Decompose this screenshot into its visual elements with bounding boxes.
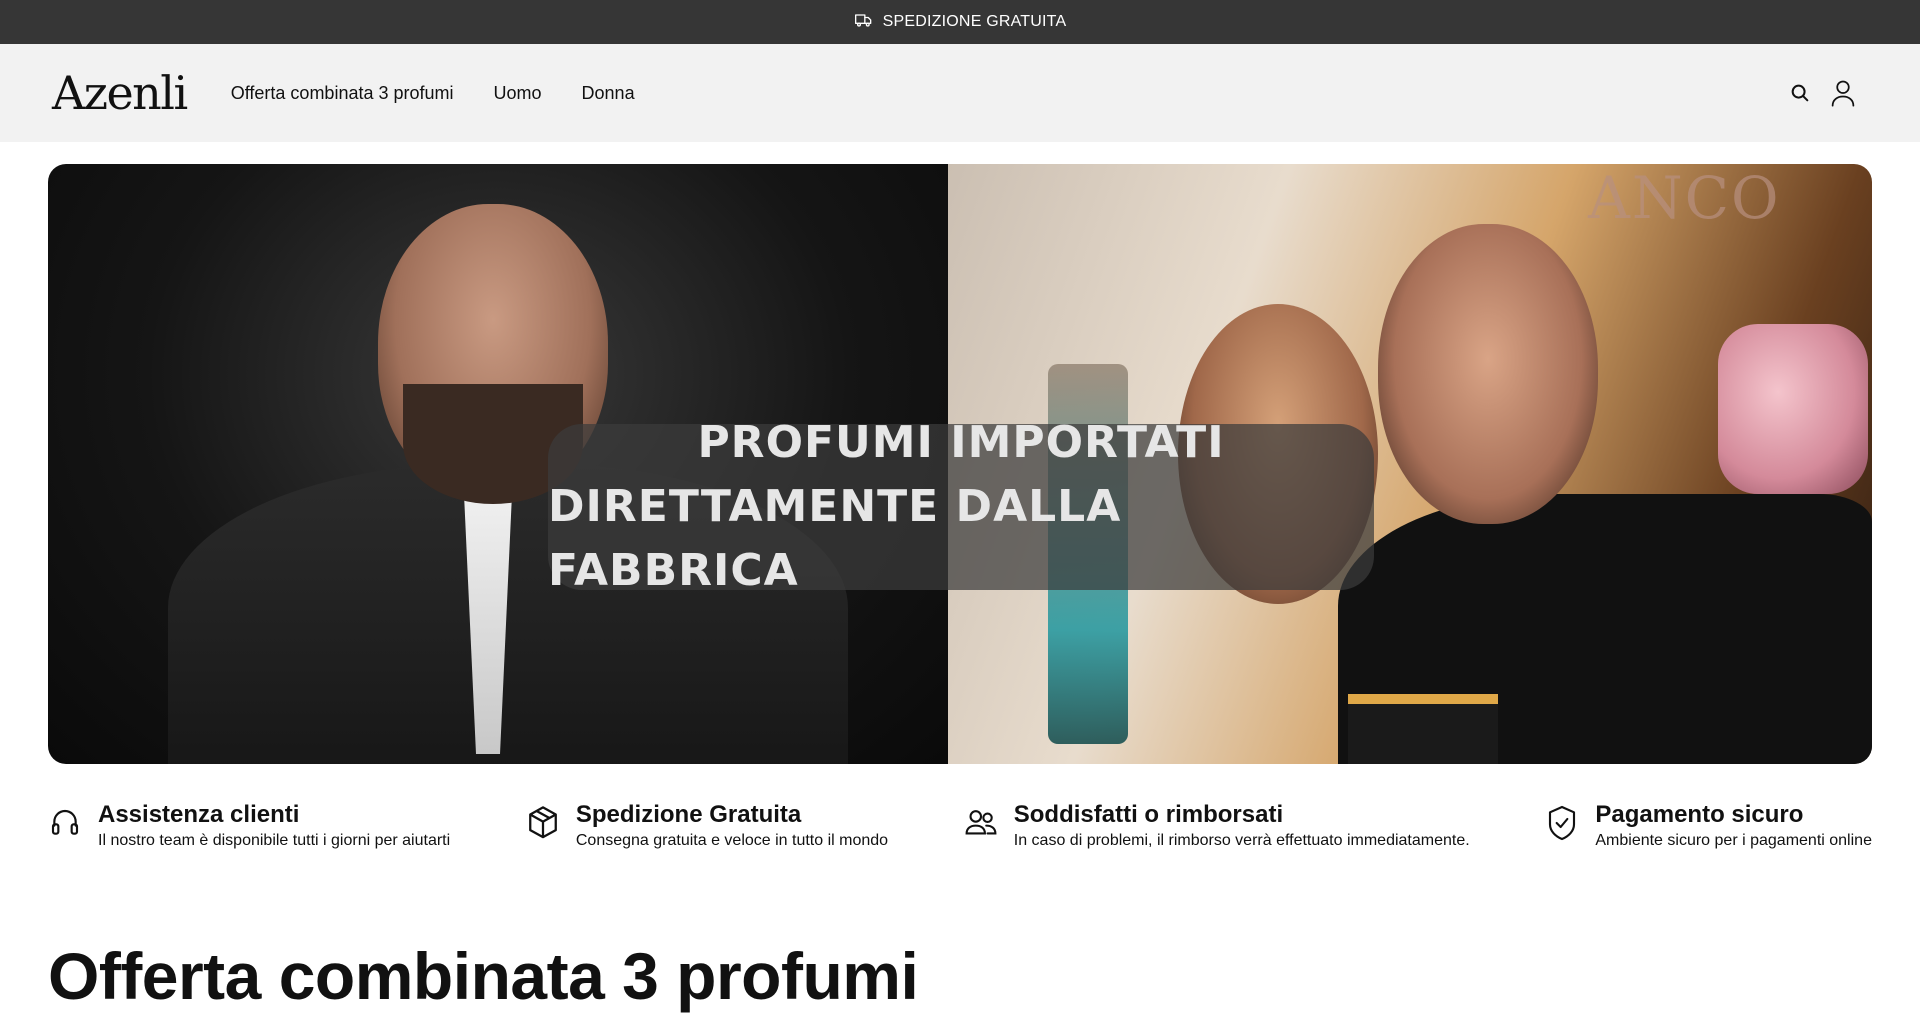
perfume-bottle-right <box>1718 324 1868 494</box>
package-icon <box>526 804 560 842</box>
account-icon[interactable] <box>1829 78 1857 108</box>
header-actions <box>1789 44 1857 142</box>
headset-icon <box>48 804 82 842</box>
shield-check-icon <box>1545 804 1579 842</box>
feature-item: Pagamento sicuro Ambiente sicuro per i p… <box>1545 800 1872 852</box>
feature-list: Assistenza clienti Il nostro team è disp… <box>48 800 1872 852</box>
search-icon[interactable] <box>1789 82 1811 104</box>
nav-item-offerta[interactable]: Offerta combinata 3 profumi <box>231 83 454 104</box>
feature-title: Spedizione Gratuita <box>575 801 802 828</box>
gift-box <box>1348 694 1498 764</box>
main-nav: Offerta combinata 3 profumi Uomo Donna <box>231 83 635 104</box>
feature-description: Consegna gratuita e veloce in tutto il m… <box>575 832 889 849</box>
delivery-truck-icon <box>854 10 874 35</box>
feature-description: Ambiente sicuro per i pagamenti online <box>1595 832 1872 849</box>
announcement-bar: SPEDIZIONE GRATUITA <box>0 0 1920 44</box>
hero-headline-line1: PROFUMI IMPORTATI <box>697 417 1225 468</box>
feature-title: Assistenza clienti <box>98 801 300 828</box>
users-icon <box>964 804 998 842</box>
feature-title: Soddisfatti o rimborsati <box>1013 801 1284 828</box>
hero-headline-box: PROFUMI IMPORTATI DIRETTAMENTE DALLA FAB… <box>548 417 1374 596</box>
hero-couple-man <box>1378 224 1598 524</box>
hero-banner[interactable]: ANCO PROFUMI IMPORTATI DIRETTAMENTE DALL… <box>48 164 1872 764</box>
feature-description: In caso di problemi, il rimborso verrà e… <box>1013 832 1470 849</box>
feature-description: Il nostro team è disponibile tutti i gio… <box>98 832 451 849</box>
announcement-text: SPEDIZIONE GRATUITA <box>882 13 1067 30</box>
feature-item: Assistenza clienti Il nostro team è disp… <box>48 800 450 852</box>
hero-headline-line2: DIRETTAMENTE DALLA FABBRICA <box>548 481 1122 596</box>
feature-title: Pagamento sicuro <box>1595 801 1804 828</box>
site-header: Azenli Offerta combinata 3 profumi Uomo … <box>0 44 1920 142</box>
feature-item: Soddisfatti o rimborsati In caso di prob… <box>964 800 1470 852</box>
section-title: Offerta combinata 3 profumi <box>48 939 919 1013</box>
hero-brand-watermark: ANCO <box>1588 164 1781 232</box>
nav-item-donna[interactable]: Donna <box>582 83 635 104</box>
site-logo[interactable]: Azenli <box>52 70 188 116</box>
nav-item-uomo[interactable]: Uomo <box>494 83 542 104</box>
feature-item: Spedizione Gratuita Consegna gratuita e … <box>526 800 888 852</box>
